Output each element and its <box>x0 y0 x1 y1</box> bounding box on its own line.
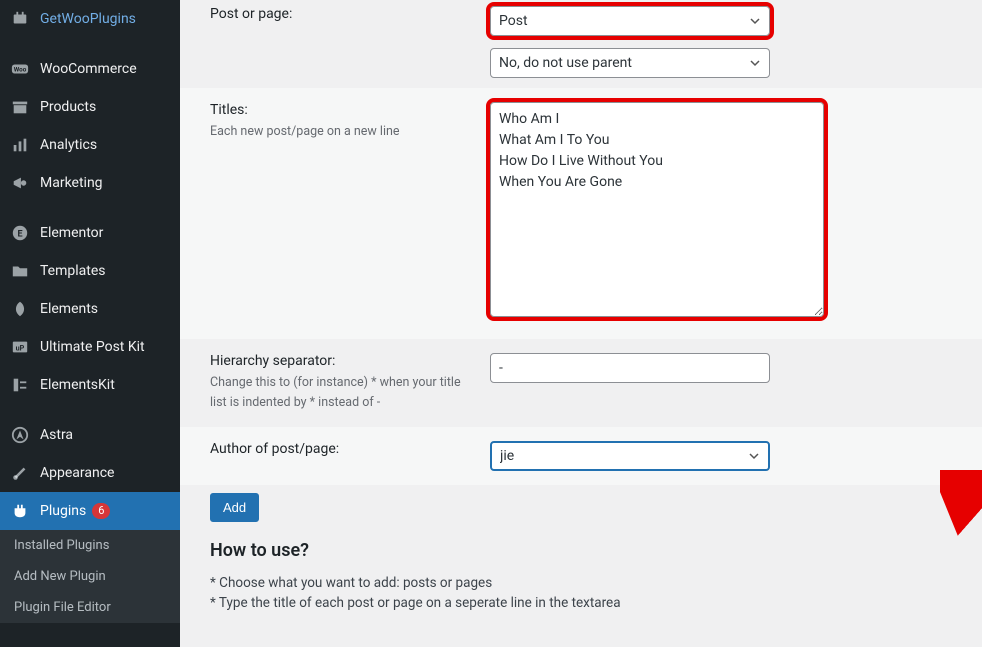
sidebar-item-elementskit[interactable]: ElementsKit <box>0 366 180 404</box>
upk-icon: uP <box>10 337 30 357</box>
titles-textarea[interactable] <box>490 102 824 317</box>
sidebar-item-getwooplugins[interactable]: GetWooPlugins <box>0 0 180 38</box>
svg-text:E: E <box>17 230 22 240</box>
notification-badge: 6 <box>92 503 110 519</box>
howto-title: How to use? <box>210 540 952 561</box>
sidebar-item-elements[interactable]: Elements <box>0 290 180 328</box>
howto-line: * Choose what you want to add: posts or … <box>210 575 952 591</box>
e-circle-icon: E <box>10 223 30 243</box>
hierarchy-input[interactable] <box>490 353 770 383</box>
folder-icon <box>10 261 30 281</box>
plugin-icon <box>10 501 30 521</box>
sidebar-item-label: Plugins <box>40 503 86 519</box>
sidebar-item-label: Appearance <box>40 465 114 481</box>
svg-text:uP: uP <box>16 344 25 353</box>
sidebar-item-label: Analytics <box>40 137 97 153</box>
author-label: Author of post/page: <box>210 441 339 457</box>
how-to-use: How to use? * Choose what you want to ad… <box>180 522 982 611</box>
sidebar-item-label: Marketing <box>40 175 103 191</box>
submenu-installed-plugins[interactable]: Installed Plugins <box>0 530 180 561</box>
main-content: Post or page: Post No, do not use parent… <box>180 0 982 647</box>
sidebar-item-label: WooCommerce <box>40 61 137 77</box>
sidebar-item-label: GetWooPlugins <box>40 11 136 27</box>
sidebar-item-label: Templates <box>40 263 106 279</box>
sidebar-item-upk[interactable]: uP Ultimate Post Kit <box>0 328 180 366</box>
post-or-page-select[interactable]: Post <box>490 6 770 36</box>
parent-select[interactable]: No, do not use parent <box>490 48 770 78</box>
sidebar-item-marketing[interactable]: Marketing <box>0 164 180 202</box>
svg-text:Woo: Woo <box>14 66 27 74</box>
hierarchy-label: Hierarchy separator: <box>210 353 335 369</box>
brush-icon <box>10 463 30 483</box>
leaf-icon <box>10 299 30 319</box>
ekit-icon <box>10 375 30 395</box>
megaphone-icon <box>10 173 30 193</box>
titles-label: Titles: <box>210 102 248 118</box>
author-select[interactable]: jie <box>490 441 770 471</box>
sidebar-item-products[interactable]: Products <box>0 88 180 126</box>
admin-sidebar: GetWooPlugins Woo WooCommerce Products Analy… <box>0 0 180 647</box>
add-button[interactable]: Add <box>210 493 259 522</box>
sidebar-item-label: Ultimate Post Kit <box>40 339 145 355</box>
sidebar-item-astra[interactable]: Astra <box>0 416 180 454</box>
chart-icon <box>10 135 30 155</box>
sidebar-item-plugins[interactable]: Plugins 6 <box>0 492 180 530</box>
titles-desc: Each new post/page on a new line <box>210 122 470 142</box>
submenu-plugin-file-editor[interactable]: Plugin File Editor <box>0 592 180 623</box>
form-table: Post or page: Post No, do not use parent… <box>180 0 982 485</box>
hierarchy-desc: Change this to (for instance) * when you… <box>210 373 470 413</box>
sidebar-item-woocommerce[interactable]: Woo WooCommerce <box>0 50 180 88</box>
plugins-submenu: Installed PluginsAdd New PluginPlugin Fi… <box>0 530 180 623</box>
submenu-add-new-plugin[interactable]: Add New Plugin <box>0 561 180 592</box>
plug-icon <box>10 9 30 29</box>
astra-icon <box>10 425 30 445</box>
woo-icon: Woo <box>10 59 30 79</box>
sidebar-item-label: Astra <box>40 427 73 443</box>
sidebar-item-analytics[interactable]: Analytics <box>0 126 180 164</box>
post-or-page-label: Post or page: <box>210 6 292 22</box>
sidebar-item-label: Elementor <box>40 225 103 241</box>
sidebar-item-templates[interactable]: Templates <box>0 252 180 290</box>
howto-line: * Type the title of each post or page on… <box>210 595 952 611</box>
sidebar-item-appearance[interactable]: Appearance <box>0 454 180 492</box>
sidebar-item-label: Elements <box>40 301 98 317</box>
archive-icon <box>10 97 30 117</box>
sidebar-item-label: Products <box>40 99 96 115</box>
sidebar-item-elementor[interactable]: E Elementor <box>0 214 180 252</box>
sidebar-item-label: ElementsKit <box>40 377 115 393</box>
